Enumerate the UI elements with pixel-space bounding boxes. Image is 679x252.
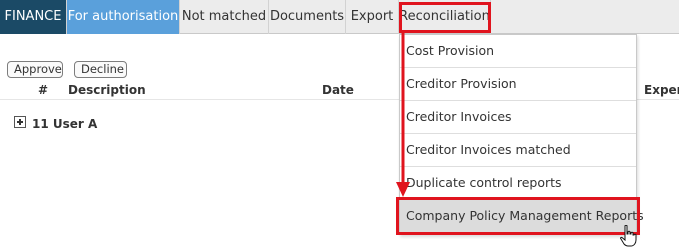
menu-item-cost-provision[interactable]: Cost Provision xyxy=(400,35,636,68)
approve-button[interactable]: Approve xyxy=(7,61,63,78)
expand-plus-icon[interactable] xyxy=(14,116,26,128)
menu-item-creditor-invoices-matched[interactable]: Creditor Invoices matched xyxy=(400,134,636,167)
tab-not-matched[interactable]: Not matched xyxy=(180,0,269,34)
menu-item-creditor-provision[interactable]: Creditor Provision xyxy=(400,68,636,101)
tab-reconciliation[interactable]: Reconciliation xyxy=(399,0,491,34)
tab-finance[interactable]: FINANCE xyxy=(0,0,67,34)
tab-for-authorisation[interactable]: For authorisation xyxy=(67,0,180,34)
menu-item-creditor-invoices[interactable]: Creditor Invoices xyxy=(400,101,636,134)
hand-pointer-icon xyxy=(620,225,637,247)
tab-export[interactable]: Export xyxy=(346,0,399,34)
group-row-label: 11 User A xyxy=(32,117,98,131)
column-header-expense[interactable]: Exper xyxy=(644,83,679,97)
decline-button[interactable]: Decline xyxy=(74,61,127,78)
column-header-date[interactable]: Date xyxy=(322,83,354,97)
column-header-description[interactable]: Description xyxy=(68,83,146,97)
menu-item-company-policy-management-reports[interactable]: Company Policy Management Reports xyxy=(400,200,644,233)
menu-item-duplicate-control-reports[interactable]: Duplicate control reports xyxy=(400,167,636,200)
column-header-number[interactable]: # xyxy=(38,83,48,97)
tab-documents[interactable]: Documents xyxy=(269,0,346,34)
tab-bar: FINANCE For authorisation Not matched Do… xyxy=(0,0,679,34)
reconciliation-dropdown-menu: Cost Provision Creditor Provision Credit… xyxy=(399,34,644,235)
